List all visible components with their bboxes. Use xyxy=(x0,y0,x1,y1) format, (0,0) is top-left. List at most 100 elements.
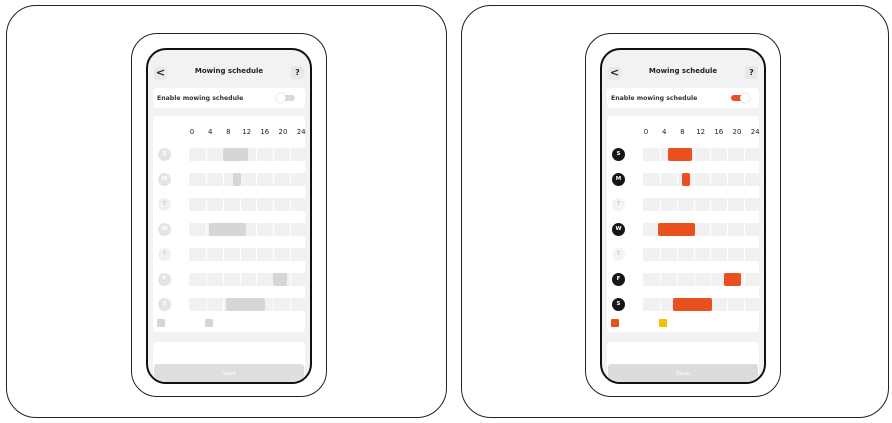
day-0-track[interactable] xyxy=(643,148,761,161)
help-icon[interactable]: ? xyxy=(291,66,304,79)
schedule-slot[interactable] xyxy=(724,273,742,286)
track-divider xyxy=(693,173,695,186)
day-3-circle: W xyxy=(158,223,171,236)
schedule-slot[interactable] xyxy=(682,173,690,186)
track-divider xyxy=(710,173,712,186)
legend-swatch xyxy=(205,319,213,327)
track-divider xyxy=(205,273,207,286)
day-3-track[interactable] xyxy=(643,223,761,236)
day-6-track[interactable] xyxy=(189,298,307,311)
track-divider xyxy=(693,148,695,161)
track-divider xyxy=(693,198,695,211)
hour-label: 16 xyxy=(714,128,724,136)
toggle-knob xyxy=(276,93,286,103)
track-divider xyxy=(659,148,661,161)
track-divider xyxy=(744,273,746,286)
hour-label: 20 xyxy=(278,128,288,136)
track-divider xyxy=(659,198,661,211)
day-1-circle: M xyxy=(158,173,171,186)
day-4-track[interactable] xyxy=(189,248,307,261)
track-divider xyxy=(710,198,712,211)
track-divider xyxy=(222,173,224,186)
track-divider xyxy=(256,273,258,286)
day-5-track[interactable] xyxy=(643,273,761,286)
panel-enabled: < Mowing schedule? Enable mowing schedule 0… xyxy=(461,5,889,418)
hour-label: 4 xyxy=(661,128,667,136)
header: < Mowing schedule? xyxy=(602,64,764,84)
track-divider xyxy=(222,248,224,261)
track-divider xyxy=(744,223,746,236)
day-5-track[interactable] xyxy=(189,273,307,286)
day-2-track[interactable] xyxy=(643,198,761,211)
track-divider xyxy=(256,198,258,211)
track-divider xyxy=(273,298,275,311)
hour-label: 16 xyxy=(260,128,270,136)
enable-toggle[interactable] xyxy=(276,93,295,103)
track-divider xyxy=(659,173,661,186)
enable-card: Enable mowing schedule xyxy=(607,88,759,108)
enable-card: Enable mowing schedule xyxy=(153,88,305,108)
track-divider xyxy=(727,223,729,236)
track-divider xyxy=(676,198,678,211)
enable-toggle[interactable] xyxy=(731,93,750,103)
track-divider xyxy=(710,248,712,261)
hour-axis: 0 4 8 12 16 20 24 xyxy=(607,128,760,140)
track-divider xyxy=(676,173,678,186)
track-divider xyxy=(290,173,292,186)
hour-label: 20 xyxy=(732,128,742,136)
schedule-slot[interactable] xyxy=(657,223,695,236)
day-1-track[interactable] xyxy=(189,173,307,186)
track-divider xyxy=(727,248,729,261)
day-3-circle: W xyxy=(612,223,625,236)
track-divider xyxy=(273,248,275,261)
track-divider xyxy=(273,198,275,211)
save-button[interactable]: Save xyxy=(608,364,758,382)
track-divider xyxy=(205,223,207,236)
track-divider xyxy=(710,148,712,161)
track-divider xyxy=(290,198,292,211)
day-6-track[interactable] xyxy=(643,298,761,311)
track-divider xyxy=(205,198,207,211)
schedule-slot[interactable] xyxy=(225,298,266,311)
save-button[interactable]: Save xyxy=(154,364,304,382)
track-divider xyxy=(222,298,224,311)
day-5-circle: F xyxy=(612,273,625,286)
schedule-slot[interactable] xyxy=(667,148,693,161)
help-icon[interactable]: ? xyxy=(745,66,758,79)
hour-label: 0 xyxy=(189,128,195,136)
track-divider xyxy=(693,248,695,261)
track-divider xyxy=(273,223,275,236)
day-1-track[interactable] xyxy=(643,173,761,186)
track-divider xyxy=(205,173,207,186)
track-divider xyxy=(290,248,292,261)
day-2-circle: T xyxy=(158,198,171,211)
schedule-slot[interactable] xyxy=(672,298,712,311)
track-divider xyxy=(727,173,729,186)
schedule-slot[interactable] xyxy=(272,273,288,286)
schedule-slot[interactable] xyxy=(233,173,241,186)
schedule-slot[interactable] xyxy=(223,148,248,161)
track-divider xyxy=(676,248,678,261)
day-0-track[interactable] xyxy=(189,148,307,161)
track-divider xyxy=(239,198,241,211)
track-divider xyxy=(222,273,224,286)
day-4-track[interactable] xyxy=(643,248,761,261)
track-divider xyxy=(205,298,207,311)
hour-label: 4 xyxy=(207,128,213,136)
phone-screen: < Mowing schedule? Enable mowing schedule 0… xyxy=(146,48,312,384)
track-divider xyxy=(290,298,292,311)
day-3-track[interactable] xyxy=(189,223,307,236)
page-title: Mowing schedule xyxy=(648,67,718,75)
day-2-track[interactable] xyxy=(189,198,307,211)
track-divider xyxy=(727,198,729,211)
schedule-card: 0 4 8 12 16 20 24 S M T W T F S xyxy=(607,116,761,332)
track-divider xyxy=(222,198,224,211)
hour-label: 12 xyxy=(696,128,706,136)
schedule-slot[interactable] xyxy=(208,223,246,236)
track-divider xyxy=(727,298,729,311)
hour-axis: 0 4 8 12 16 20 24 xyxy=(153,128,306,140)
toggle-knob xyxy=(740,93,750,103)
track-divider xyxy=(744,248,746,261)
legend-swatch xyxy=(157,319,165,327)
day-0-circle: S xyxy=(158,148,171,161)
